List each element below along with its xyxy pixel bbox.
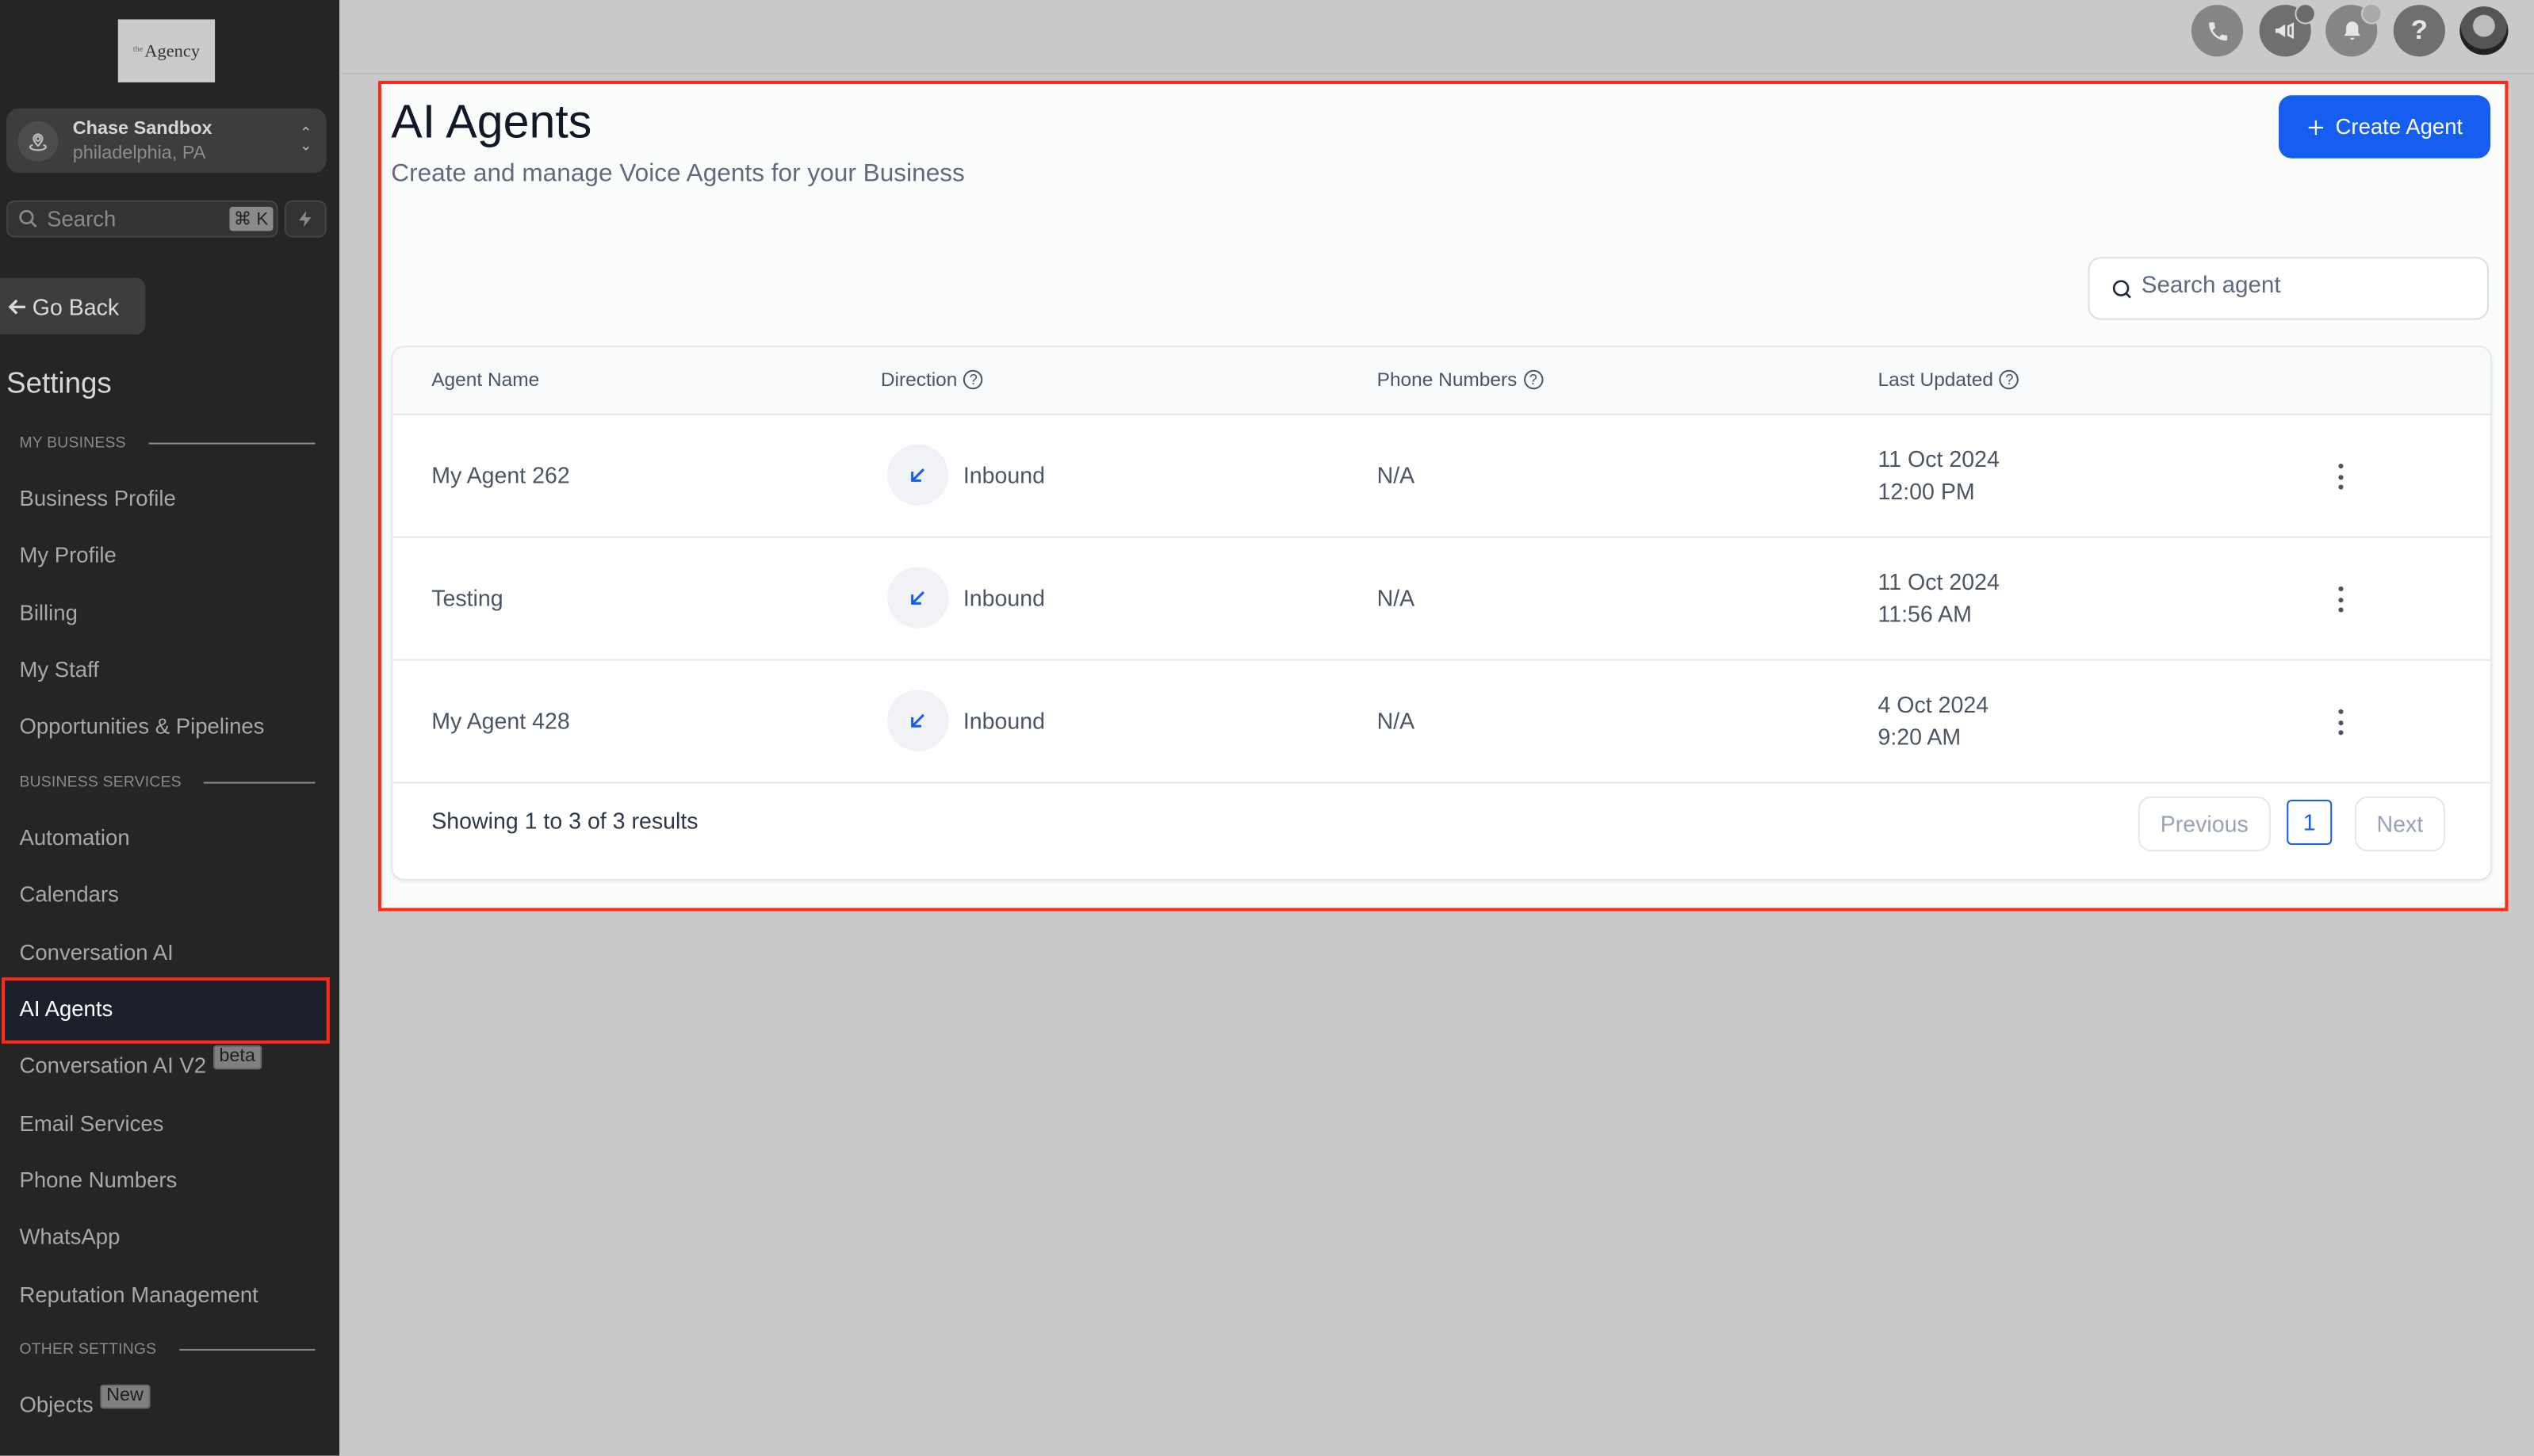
results-summary: Showing 1 to 3 of 3 results — [431, 808, 699, 834]
notification-dot — [2360, 3, 2383, 25]
sidebar-item-whatsapp[interactable]: WhatsApp — [19, 1225, 120, 1249]
sidebar-item-calendars[interactable]: Calendars — [19, 882, 118, 907]
plus-icon — [2308, 119, 2324, 135]
go-back-button[interactable]: Go Back — [0, 277, 146, 334]
updated-time: 12:00 PM — [1878, 478, 1975, 504]
table-row[interactable]: My Agent 428 Inbound N/A 4 Oct 2024 9:20… — [392, 661, 2491, 784]
sidebar: the Agency Chase Sandbox philadelphia, PA… — [0, 0, 340, 1456]
sidebar-search[interactable]: Search ⌘ K — [6, 200, 278, 238]
updated-date: 4 Oct 2024 — [1878, 691, 1989, 718]
sidebar-item-conversation-ai-v2[interactable]: Conversation AI V2 beta — [19, 1045, 262, 1081]
top-bar: ? — [341, 0, 2534, 75]
direction-label: Inbound — [963, 584, 1045, 611]
inbound-arrow-icon — [887, 567, 949, 629]
sidebar-item-conversation-ai[interactable]: Conversation AI — [19, 940, 173, 965]
agent-name[interactable]: My Agent 428 — [431, 708, 570, 734]
agency-logo[interactable]: the Agency — [117, 19, 216, 82]
sidebar-item-my-profile[interactable]: My Profile — [19, 543, 116, 567]
phone-numbers: N/A — [1376, 707, 1415, 734]
sidebar-item-automation[interactable]: Automation — [19, 826, 129, 850]
help-circle-icon[interactable]: ? — [963, 369, 984, 390]
account-name: Chase Sandbox — [72, 119, 212, 139]
agents-table: Agent Name Direction? Phone Numbers? Las… — [391, 346, 2493, 881]
direction-label: Inbound — [963, 461, 1045, 488]
search-icon — [17, 208, 38, 238]
sidebar-item-ai-agents[interactable]: AI Agents — [2, 977, 330, 1044]
agent-name[interactable]: My Agent 262 — [431, 462, 570, 488]
table-row[interactable]: My Agent 262 Inbound N/A 11 Oct 2024 12:… — [392, 415, 2491, 538]
announcements-button[interactable] — [2259, 3, 2316, 57]
sidebar-item-phone-numbers[interactable]: Phone Numbers — [19, 1168, 177, 1193]
previous-button[interactable]: Previous — [2138, 796, 2271, 852]
updated-date: 11 Oct 2024 — [1878, 445, 2000, 472]
inbound-arrow-icon — [887, 444, 949, 506]
agent-name[interactable]: Testing — [431, 585, 503, 611]
beta-badge: beta — [212, 1045, 262, 1070]
phone-numbers: N/A — [1376, 461, 1415, 488]
account-switcher[interactable]: Chase Sandbox philadelphia, PA ⌃ ⌄ — [6, 108, 327, 174]
updated-time: 11:56 AM — [1878, 601, 1972, 627]
more-options-icon[interactable] — [2332, 586, 2348, 613]
quick-actions-button[interactable] — [284, 200, 327, 238]
sidebar-item-email-services[interactable]: Email Services — [19, 1111, 163, 1136]
search-agent-input[interactable] — [2141, 273, 2465, 300]
column-last-updated: Last Updated? — [1878, 369, 2019, 391]
help-button[interactable]: ? — [2393, 5, 2445, 57]
bell-icon — [2343, 21, 2360, 40]
help-icon: ? — [2410, 14, 2428, 46]
new-badge: New — [99, 1384, 151, 1409]
updated-time: 9:20 AM — [1878, 724, 1962, 750]
notification-dot — [2295, 3, 2316, 25]
ai-agents-panel: AI Agents Create and manage Voice Agents… — [377, 80, 2509, 911]
more-options-icon[interactable] — [2332, 463, 2348, 490]
direction-label: Inbound — [963, 707, 1045, 734]
notifications-button[interactable] — [2325, 3, 2383, 57]
megaphone-icon — [2275, 22, 2295, 40]
settings-heading: Settings — [6, 366, 112, 399]
sidebar-item-reputation-management[interactable]: Reputation Management — [19, 1282, 258, 1307]
chevron-updown-icon: ⌃ ⌄ — [300, 124, 312, 154]
section-business-services: BUSINESS SERVICES — [19, 774, 316, 792]
create-agent-button[interactable]: Create Agent — [2279, 95, 2491, 159]
next-button[interactable]: Next — [2354, 796, 2445, 852]
search-placeholder: Search — [47, 206, 117, 231]
section-other-settings: OTHER SETTINGS — [19, 1341, 316, 1359]
column-direction: Direction? — [881, 369, 984, 391]
user-avatar[interactable] — [2459, 6, 2509, 55]
sidebar-item-objects[interactable]: Objects New — [19, 1384, 151, 1420]
inbound-arrow-icon — [887, 690, 949, 751]
page-subtitle: Create and manage Voice Agents for your … — [391, 159, 965, 188]
location-pin-icon — [17, 120, 59, 162]
section-my-business: MY BUSINESS — [19, 434, 316, 453]
column-phone-numbers: Phone Numbers? — [1377, 369, 1544, 391]
sidebar-item-my-staff[interactable]: My Staff — [19, 658, 98, 682]
account-location: philadelphia, PA — [72, 143, 206, 163]
sidebar-item-opportunities-pipelines[interactable]: Opportunities & Pipelines — [19, 714, 264, 739]
search-icon — [2111, 278, 2134, 309]
column-agent-name: Agent Name — [431, 368, 540, 392]
table-header: Agent Name Direction? Phone Numbers? Las… — [392, 347, 2491, 415]
sidebar-item-billing[interactable]: Billing — [19, 601, 77, 625]
page-1-button[interactable]: 1 — [2287, 799, 2333, 846]
sidebar-item-business-profile[interactable]: Business Profile — [19, 487, 175, 511]
updated-date: 11 Oct 2024 — [1878, 568, 2000, 595]
arrow-left-icon — [8, 298, 25, 314]
more-options-icon[interactable] — [2332, 709, 2348, 736]
search-agent-field[interactable] — [2088, 257, 2489, 320]
phone-icon — [2208, 21, 2227, 40]
phone-numbers: N/A — [1376, 584, 1415, 611]
phone-button[interactable] — [2191, 5, 2244, 57]
page-title: AI Agents — [391, 97, 592, 149]
shortcut-badge: ⌘ K — [228, 206, 274, 231]
help-circle-icon[interactable]: ? — [2000, 369, 2019, 390]
help-circle-icon[interactable]: ? — [1523, 369, 1544, 390]
lightning-icon — [299, 210, 312, 227]
table-row[interactable]: Testing Inbound N/A 11 Oct 2024 11:56 AM — [392, 538, 2491, 661]
